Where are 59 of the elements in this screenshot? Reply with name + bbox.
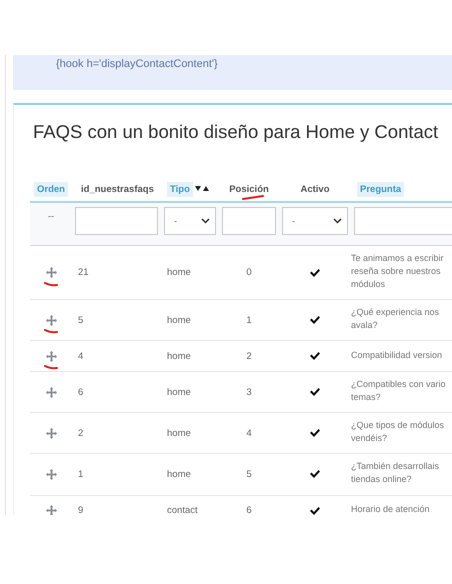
move-icon[interactable] <box>46 267 56 278</box>
check-icon <box>310 470 320 478</box>
column-header: Posición <box>228 182 270 196</box>
id-cell: 2 <box>78 428 84 439</box>
position-cell: 2 <box>246 350 252 362</box>
position-cell: 4 <box>246 428 252 439</box>
hook-code: {hook h='displayContactContent'} <box>56 58 218 70</box>
move-icon[interactable] <box>46 386 56 398</box>
filter-select[interactable]: - <box>164 207 216 235</box>
move-icon[interactable] <box>46 428 56 439</box>
filter-field[interactable] <box>75 207 158 235</box>
id-cell: 5 <box>78 314 84 326</box>
question-cell-text: ¿Que tipos de módulos vendéis? <box>351 419 444 446</box>
filter-select[interactable]: - <box>282 207 348 235</box>
type-cell: home <box>167 267 191 278</box>
chevron-down-icon <box>201 218 210 224</box>
position-cell: 3 <box>246 386 252 398</box>
check-icon <box>310 429 320 438</box>
column-header[interactable]: Tipo <box>167 182 193 196</box>
check-icon <box>310 268 320 277</box>
filter-field[interactable] <box>354 207 452 235</box>
type-cell: home <box>167 350 191 362</box>
check-icon <box>310 388 320 396</box>
question-cell-text: Te animamos a escribir reseña sobre nuestros módulos <box>351 252 444 292</box>
move-icon[interactable] <box>46 505 56 515</box>
position-cell: 1 <box>246 314 252 326</box>
move-icon[interactable] <box>46 314 56 326</box>
question-cell-text: ¿Compatibles con vario temas? <box>351 378 446 404</box>
dash-text: -- <box>48 211 54 221</box>
panel-title: FAQS con un bonito diseño para Home y Contact <box>33 121 440 143</box>
position-cell: 5 <box>246 468 252 480</box>
chevron-down-icon <box>333 218 342 224</box>
filter-field[interactable] <box>222 207 276 235</box>
position-cell: 6 <box>246 505 252 515</box>
check-icon <box>310 506 320 515</box>
move-icon[interactable] <box>46 350 56 362</box>
column-header: Activo <box>299 182 331 196</box>
type-cell: home <box>167 468 191 480</box>
question-cell-text: ¿También desarrollais tiendas online? <box>351 460 440 486</box>
check-icon <box>310 352 320 360</box>
question-cell-text: Compatibilidad version <box>351 348 442 362</box>
column-header[interactable]: Orden <box>34 182 68 196</box>
move-icon[interactable] <box>46 468 56 480</box>
sort-icon[interactable] <box>194 186 209 192</box>
id-cell: 21 <box>78 267 89 278</box>
type-cell: home <box>167 314 191 326</box>
check-icon <box>310 316 320 324</box>
id-cell: 1 <box>78 468 84 480</box>
id-cell: 9 <box>78 505 84 515</box>
column-header: id_nuestrasfaqs <box>80 182 155 196</box>
position-cell: 0 <box>246 267 252 278</box>
type-cell: home <box>167 386 191 398</box>
type-cell: home <box>167 428 191 439</box>
id-cell: 6 <box>78 386 84 398</box>
column-header[interactable]: Pregunta <box>357 182 404 196</box>
question-cell-text: ¿Qué experiencia nos avala? <box>351 306 440 332</box>
question-cell-text: Horario de atención <box>351 502 430 515</box>
id-cell: 4 <box>78 350 84 362</box>
type-cell: contact <box>167 505 198 515</box>
